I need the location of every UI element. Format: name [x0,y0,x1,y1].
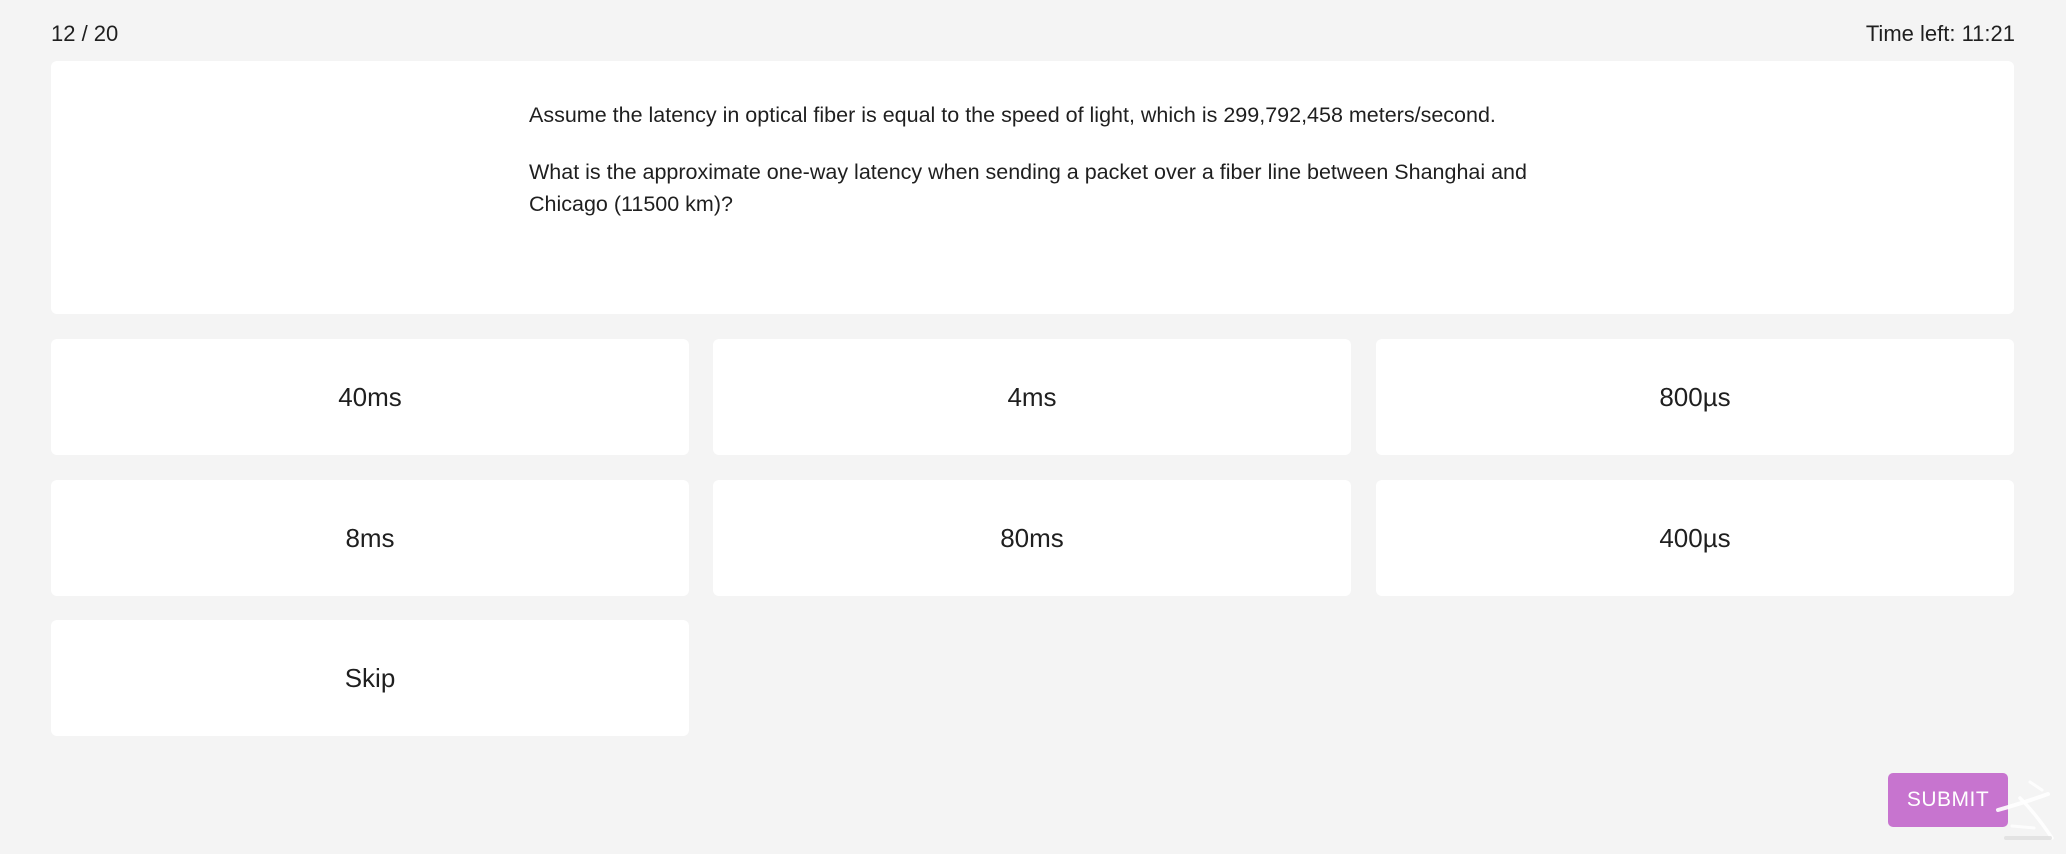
answer-option[interactable]: 8ms [51,480,689,596]
quiz-header: 12 / 20 Time left: 11:21 [51,19,2015,49]
answer-option[interactable]: 80ms [713,480,1351,596]
skip-button[interactable]: Skip [51,620,689,736]
question-card: Assume the latency in optical fiber is e… [51,61,2014,314]
answer-option[interactable]: 800µs [1376,339,2014,455]
watermark-logo [1996,780,2054,840]
time-left: Time left: 11:21 [1865,21,2015,46]
question-text: Assume the latency in optical fiber is e… [529,99,1529,245]
question-progress: 12 / 20 [51,21,119,46]
question-paragraph-prompt: What is the approximate one-way latency … [529,159,1527,217]
answer-option[interactable]: 400µs [1376,480,2014,596]
answer-option[interactable]: 4ms [713,339,1351,455]
answer-option[interactable]: 40ms [51,339,689,455]
question-paragraph-premise: Assume the latency in optical fiber is e… [529,103,1496,127]
